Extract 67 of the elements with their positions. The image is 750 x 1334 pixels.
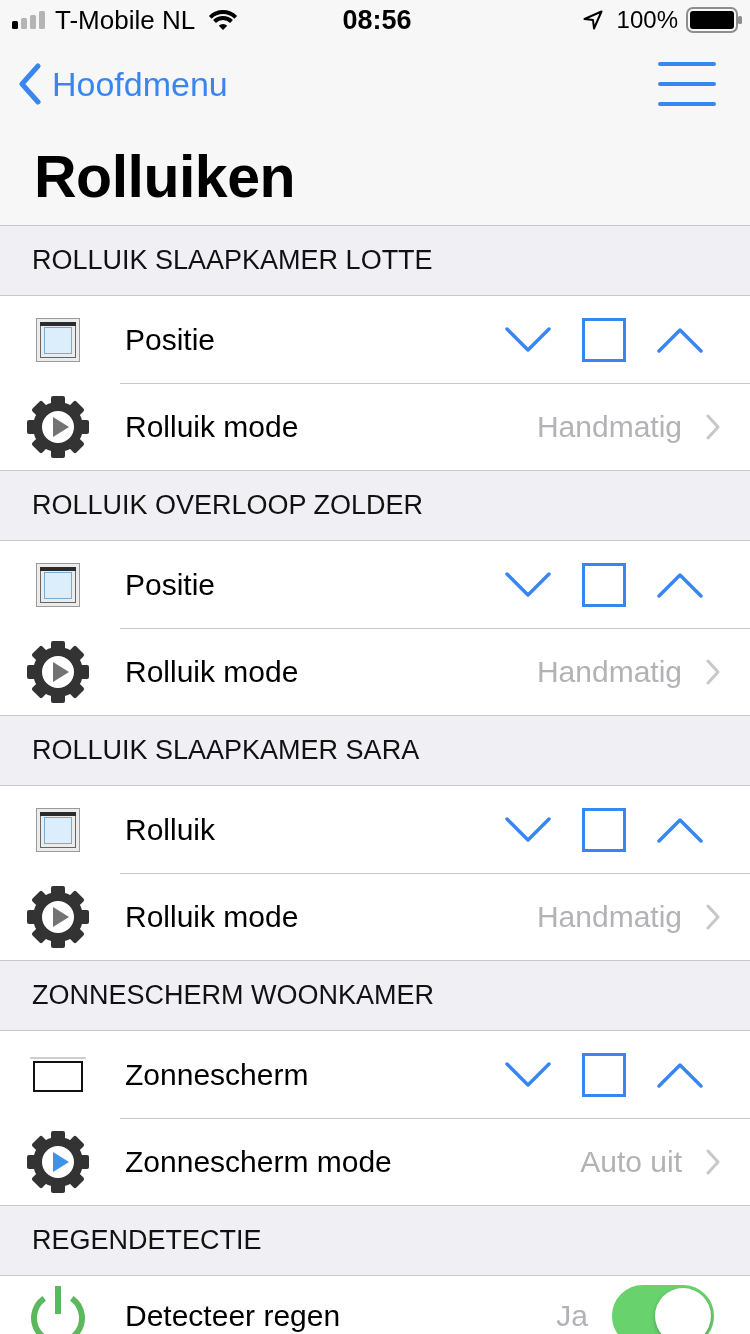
menu-button[interactable] <box>658 62 716 106</box>
gear-icon <box>27 640 89 703</box>
stop-button[interactable] <box>582 807 626 852</box>
wifi-icon <box>208 9 239 31</box>
row-label: Rolluik mode <box>125 901 299 933</box>
toggle-switch[interactable] <box>612 1285 714 1334</box>
power-icon <box>28 1286 88 1334</box>
location-arrow-icon <box>582 10 603 30</box>
chevron-down-icon <box>505 571 551 598</box>
square-icon <box>582 317 626 362</box>
chevron-right-icon <box>706 904 720 930</box>
chevron-down-icon <box>505 816 551 843</box>
mode-list-item[interactable]: Rolluik mode Handmatig <box>0 383 750 470</box>
raise-button[interactable] <box>657 816 703 843</box>
carrier-name: T-Mobile NL <box>55 4 196 36</box>
gear-icon <box>27 885 89 948</box>
gear-icon <box>27 1130 89 1193</box>
lower-button[interactable] <box>505 326 551 353</box>
square-icon <box>582 562 626 607</box>
chevron-up-icon <box>657 1061 703 1088</box>
battery-icon <box>686 7 742 33</box>
mode-list-item[interactable]: Rolluik mode Handmatig <box>0 628 750 715</box>
mode-list-item[interactable]: Zonnescherm mode Auto uit <box>0 1118 750 1205</box>
chevron-left-icon <box>18 63 42 105</box>
signal-icon <box>12 11 46 29</box>
row-label: Rolluik mode <box>125 656 299 688</box>
clock-time: 08:56 <box>342 4 412 36</box>
mode-value: Handmatig <box>536 901 682 933</box>
chevron-down-icon <box>505 1061 551 1088</box>
window-icon <box>36 562 80 607</box>
gear-icon <box>27 395 89 458</box>
mode-value: Auto uit <box>580 1146 682 1178</box>
row-label: Detecteer regen <box>125 1300 341 1332</box>
lower-button[interactable] <box>505 816 551 843</box>
mode-value: Handmatig <box>536 411 682 443</box>
mode-value: Handmatig <box>536 656 682 688</box>
chevron-up-icon <box>657 816 703 843</box>
square-icon <box>582 807 626 852</box>
menu-icon <box>658 62 716 106</box>
row-label: Zonnescherm mode <box>125 1146 392 1178</box>
toggle-value: Ja <box>556 1300 588 1332</box>
lower-button[interactable] <box>505 1061 551 1088</box>
row-label: Rolluik mode <box>125 411 299 443</box>
square-icon <box>582 1052 626 1097</box>
row-label: Zonnescherm <box>125 1058 309 1091</box>
stop-button[interactable] <box>582 562 626 607</box>
chevron-up-icon <box>657 326 703 353</box>
raise-button[interactable] <box>657 326 703 353</box>
stop-button[interactable] <box>582 1052 626 1097</box>
window-icon <box>36 317 80 362</box>
window-icon <box>36 807 80 852</box>
chevron-down-icon <box>505 326 551 353</box>
lower-button[interactable] <box>505 571 551 598</box>
chevron-right-icon <box>706 1149 720 1175</box>
row-label: Positie <box>125 323 216 356</box>
rectangle-icon <box>30 1056 86 1093</box>
raise-button[interactable] <box>657 571 703 598</box>
chevron-right-icon <box>706 414 720 440</box>
page-title: Rolluiken <box>34 142 296 211</box>
row-label: Positie <box>125 568 216 601</box>
battery-percent: 100% <box>616 6 678 34</box>
stop-button[interactable] <box>582 317 626 362</box>
row-label: Rolluik <box>125 813 216 846</box>
chevron-up-icon <box>657 571 703 598</box>
chevron-right-icon <box>706 659 720 685</box>
raise-button[interactable] <box>657 1061 703 1088</box>
mode-list-item[interactable]: Rolluik mode Handmatig <box>0 873 750 960</box>
